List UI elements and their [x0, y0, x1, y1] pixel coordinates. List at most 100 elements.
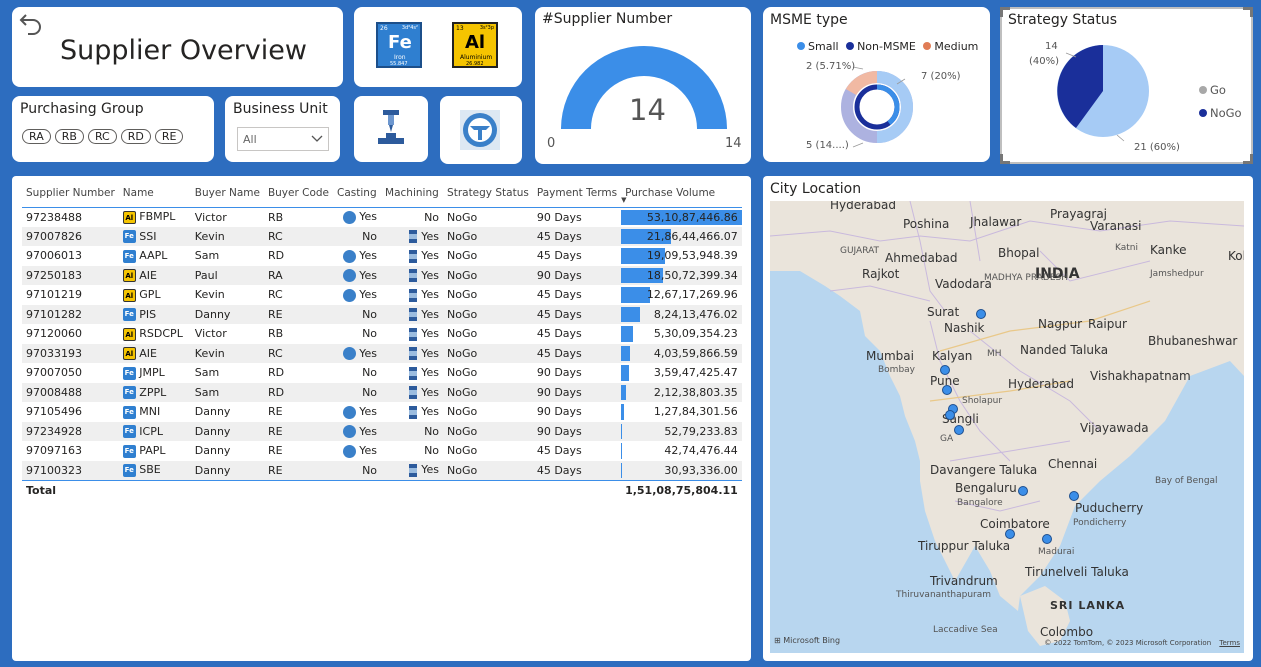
- iron-tile[interactable]: 26 3d⁶4s² Fe Iron 55.847: [376, 22, 422, 68]
- col-supplier-number[interactable]: Supplier Number: [22, 179, 119, 207]
- strategy-label-nogo: 14: [1045, 41, 1058, 52]
- map-pin-chennai[interactable]: [1069, 491, 1079, 501]
- table-row[interactable]: 97238488 Al FBMPL Victor RB Yes No NoGo 90 Days…: [22, 207, 742, 227]
- strategy-card: Strategy Status 14 (40%) 21 (60%) Go NoG…: [1000, 7, 1253, 164]
- table-row[interactable]: 97008488 Fe ZPPL Sam RD No Yes NoGo 90 Days 2,12…: [22, 382, 742, 402]
- cell-supplier-number: 97234928: [22, 421, 119, 441]
- cell-buyer-name: Danny: [190, 304, 264, 324]
- cell-payment-terms: 45 Days: [532, 460, 622, 480]
- cell-purchase-volume-text: 12,67,17,269.96: [646, 288, 738, 302]
- table-row[interactable]: 97234928 Fe ICPL Danny RE Yes No NoGo 90 Days 52…: [22, 421, 742, 441]
- cell-casting: Yes: [333, 421, 382, 441]
- cell-buyer-name: Victor: [194, 327, 227, 341]
- machining-icon: [409, 386, 418, 399]
- iron-icon: Fe: [122, 249, 136, 263]
- map-label: Poshina: [903, 217, 950, 231]
- table-row[interactable]: 97100323 Fe SBE Danny RE No Yes NoGo 45 Days 30,…: [22, 460, 742, 480]
- map-bing: Microsoft Bing: [783, 636, 841, 645]
- aluminium-icon: Al: [122, 269, 136, 282]
- cell-casting-text: Yes: [359, 210, 378, 224]
- map-label: Vijayawada: [1080, 421, 1149, 435]
- map-label: Katni: [1115, 243, 1138, 253]
- cell-name: Fe JMPL: [119, 363, 191, 383]
- iron-number: 26: [380, 25, 388, 32]
- supplier-table: Supplier Number Name Buyer Name Buyer Co…: [22, 179, 742, 500]
- cell-name: Fe SSI: [118, 226, 191, 246]
- table-row[interactable]: 97101219 Al GPL Kevin RC Yes Yes NoGo 45 Days 12…: [22, 285, 742, 305]
- map-label: Tiruppur Taluka: [918, 539, 1011, 553]
- purchasing-group-title: Purchasing Group: [20, 101, 144, 117]
- map-canvas[interactable]: Hyderabad Jhalawar Prayagraj Poshina Varanas…: [770, 201, 1244, 653]
- map-pin-pune[interactable]: [942, 385, 952, 395]
- cell-payment-terms: 90 Days: [536, 405, 582, 419]
- chip-ra[interactable]: RA: [22, 129, 51, 144]
- cell-name-text: AIE: [139, 268, 158, 282]
- iron-icon: Fe: [122, 463, 136, 477]
- chip-rc[interactable]: RC: [87, 129, 117, 144]
- map-label: Laccadive Sea: [933, 625, 998, 635]
- chip-rd[interactable]: RD: [120, 129, 151, 144]
- map-pin-kalyan[interactable]: [940, 365, 950, 375]
- table-row[interactable]: 97007826 Fe SSI Kevin RC No Yes NoGo 45 Days 21,…: [22, 226, 742, 246]
- table-row[interactable]: 97006013 Fe AAPL Sam RD Yes Yes NoGo 45 Days 19,…: [22, 246, 742, 266]
- casting-tile[interactable]: [440, 96, 522, 164]
- cell-machining: Yes: [381, 226, 444, 246]
- cell-buyer-code: RE: [263, 460, 334, 480]
- map-pin-bengaluru[interactable]: [1018, 486, 1028, 496]
- cell-purchase-volume: 53,10,87,446.86: [621, 207, 742, 227]
- col-strategy-status[interactable]: Strategy Status: [443, 179, 533, 207]
- chip-rb[interactable]: RB: [54, 129, 84, 144]
- table-row[interactable]: 97007050 Fe JMPL Sam RD No Yes NoGo 90 Days 3,59…: [22, 363, 742, 383]
- cell-casting-text: Yes: [359, 268, 378, 282]
- aluminium-tile[interactable]: 13 3s²3p Al Aluminium 26.982: [452, 22, 498, 68]
- sort-desc-icon: ▼: [621, 196, 627, 204]
- purchasing-group-slicer: Purchasing Group RA RB RC RD RE: [12, 96, 214, 162]
- col-buyer-code[interactable]: Buyer Code: [264, 179, 333, 207]
- col-purchase-volume[interactable]: ▼ Purchase Volume: [621, 179, 742, 207]
- cell-strategy-status: NoGo: [443, 421, 533, 441]
- cell-buyer-code: RD: [263, 382, 334, 402]
- map-pin-nashik[interactable]: [976, 309, 986, 319]
- machining-icon: [409, 327, 418, 341]
- cell-buyer-name: Paul: [190, 265, 264, 285]
- machining-icon: [409, 405, 418, 419]
- col-name[interactable]: Name: [119, 179, 191, 207]
- col-buyer-name[interactable]: Buyer Name: [191, 179, 264, 207]
- cell-machining-text: No: [424, 424, 440, 438]
- table-row[interactable]: 97097163 Fe PAPL Danny RE Yes No NoGo 45 Days 42…: [22, 441, 742, 461]
- cell-machining-text: Yes: [421, 463, 440, 477]
- iron-config: 3d⁶4s²: [401, 25, 418, 31]
- back-arrow-icon[interactable]: [18, 11, 44, 35]
- cell-supplier-number: 97100323: [22, 460, 119, 480]
- table-row[interactable]: 97033193 Al AIE Kevin RC Yes Yes NoGo 45 Days 4,…: [22, 343, 742, 363]
- gauge-min: 0: [547, 136, 556, 151]
- chip-re[interactable]: RE: [154, 129, 184, 144]
- map-terms-link[interactable]: Terms: [1219, 639, 1240, 647]
- cell-buyer-code: RD: [267, 366, 285, 380]
- iron-icon: Fe: [122, 405, 136, 419]
- cell-purchase-volume-text: 42,74,476.44: [664, 444, 738, 458]
- col-machining[interactable]: Machining: [381, 179, 443, 207]
- casting-icon: [343, 425, 357, 438]
- business-unit-dropdown[interactable]: All: [237, 127, 329, 151]
- map-label: GA: [940, 434, 954, 444]
- volume-bar: [621, 345, 631, 361]
- cell-strategy-status: NoGo: [447, 366, 478, 380]
- map-label: GUJARAT: [840, 246, 880, 256]
- aluminium-icon: Al: [122, 327, 136, 341]
- table-row[interactable]: 97105496 Fe MNI Danny RE Yes Yes NoGo 90 Days 1,…: [22, 402, 742, 422]
- map-pin-madurai[interactable]: [1042, 534, 1052, 544]
- table-row[interactable]: 97250183 Al AIE Paul RA Yes Yes NoGo 90 Days 18,…: [22, 265, 742, 285]
- map-pin-kolhapur[interactable]: [954, 425, 964, 435]
- col-payment-terms[interactable]: Payment Terms: [533, 179, 621, 207]
- col-casting[interactable]: Casting: [333, 179, 381, 207]
- table-row[interactable]: 97120060 Al RSDCPL Victor RB No Yes NoGo 45 Day…: [22, 324, 742, 344]
- machining-tile[interactable]: [354, 96, 428, 162]
- casting-icon: [343, 210, 357, 224]
- iron-icon: Fe: [122, 308, 136, 321]
- cell-buyer-name: Kevin: [190, 226, 264, 246]
- map-pin-sangli[interactable]: [945, 410, 955, 420]
- table-row[interactable]: 97101282 Fe PIS Danny RE No Yes NoGo 45 Days 8,2…: [22, 304, 742, 324]
- map-pin-coimbatore[interactable]: [1005, 529, 1015, 539]
- cell-name-text: AAPL: [139, 249, 168, 262]
